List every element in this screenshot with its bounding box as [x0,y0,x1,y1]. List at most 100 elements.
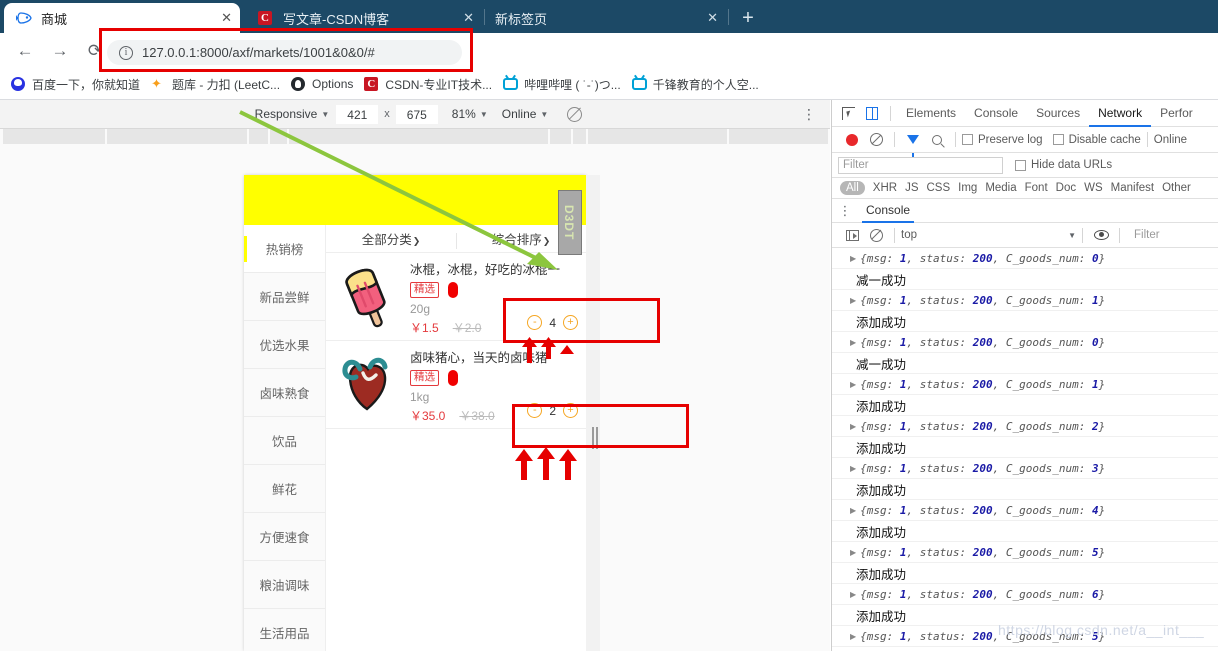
console-log-row[interactable]: ▶ {msg: 1, status: 200, C_goods_num: 5} [832,542,1218,563]
back-icon[interactable]: ← [11,37,39,65]
clear-icon[interactable] [864,128,888,152]
disable-cache-checkbox[interactable] [1052,134,1064,145]
network-throttle-label[interactable]: Online [1154,134,1187,146]
tab-sources[interactable]: Sources [1027,100,1089,127]
console-log-row[interactable]: ▶ {msg: 1, status: 200, C_goods_num: 0} [832,248,1218,269]
viewport-width-input[interactable]: 421 [336,104,379,124]
search-icon[interactable] [925,128,949,152]
resource-type-img[interactable]: Img [958,182,977,194]
filter-icon[interactable] [901,128,925,157]
bilibili-icon [631,76,648,92]
console-log-row[interactable]: 添加成功 [832,311,1218,332]
console-sidebar-icon[interactable] [840,223,864,247]
resource-type-js[interactable]: JS [905,182,918,194]
drawer-menu-icon[interactable]: ⋮ [838,204,852,217]
inspect-element-icon[interactable] [836,101,860,125]
zoom-select[interactable]: 81% ▼ [452,107,488,121]
record-icon[interactable] [840,128,864,152]
console-log-row[interactable]: ▶ {msg: 1, status: 200, C_goods_num: 4} [832,500,1218,521]
status-badge: 精选 [410,282,439,298]
resource-type-ws[interactable]: WS [1084,182,1103,194]
resource-type-css[interactable]: CSS [926,182,950,194]
console-log-list[interactable]: ▶ {msg: 1, status: 200, C_goods_num: 0} 减… [832,248,1218,651]
sidebar-item-flowers[interactable]: 鲜花 [244,465,325,513]
expand-icon[interactable]: ▶ [850,338,856,347]
resource-type-font[interactable]: Font [1025,182,1048,194]
tab-network[interactable]: Network [1089,100,1152,127]
browser-tab-newtab[interactable]: 新标签页 ✕ [490,3,726,33]
hide-data-urls-checkbox[interactable] [1015,159,1026,171]
sidebar-item-new[interactable]: 新品尝鲜 [244,273,325,321]
sidebar-item-drinks[interactable]: 饮品 [244,417,325,465]
preserve-log-checkbox[interactable] [962,134,973,145]
bookmark-options[interactable]: Options [291,76,353,92]
console-log-row[interactable]: 减一成功 [832,269,1218,290]
execution-context-select[interactable]: top ▼ [901,229,1076,241]
console-log-row[interactable]: 添加成功 [832,395,1218,416]
device-toolbar-menu-icon[interactable]: ⋮ [802,107,816,122]
device-toolbar-toggle-icon[interactable] [860,101,884,125]
sidebar-item-daily[interactable]: 生活用品 [244,609,325,651]
console-log-row[interactable]: 添加成功 [832,437,1218,458]
throttling-disabled-icon[interactable] [567,106,583,122]
console-log-row[interactable]: ▶ {msg: 1, status: 200, C_goods_num: 0} [832,332,1218,353]
console-log-row[interactable]: ▶ {msg: 1, status: 200, C_goods_num: 6} [832,584,1218,605]
expand-icon[interactable]: ▶ [850,380,856,389]
forward-icon[interactable]: → [46,37,74,65]
tab-console[interactable]: Console [965,100,1027,127]
live-expression-icon[interactable] [1089,223,1113,247]
resource-type-doc[interactable]: Doc [1056,182,1076,194]
bookmark-qianfeng[interactable]: 千锋教育的个人空... [631,76,759,93]
network-filter-input[interactable]: Filter [838,156,1003,174]
network-throttle-select[interactable]: Online ▼ [502,107,549,121]
csdn-icon: C [258,10,274,26]
console-log-row[interactable]: 添加成功 [832,563,1218,584]
annotation-box-stepper-1 [503,298,660,343]
tab-performance[interactable]: Perfor [1151,100,1202,127]
close-icon[interactable]: ✕ [693,12,718,25]
console-log-row[interactable]: ▶ {msg: 1, status: 200, C_goods_num: 1} [832,290,1218,311]
filter-all-categories[interactable]: 全部分类❯ [326,229,456,248]
bookmark-baidu[interactable]: 百度一下，你就知道 [11,76,140,93]
resource-type-all[interactable]: All [840,181,865,195]
bookmark-leetcode[interactable]: ✦ 题库 - 力扣 (LeetC... [151,76,280,93]
console-log-row[interactable]: 减一成功 [832,353,1218,374]
console-log-row[interactable]: ▶ {msg: 1, status: 200, C_goods_num: 3} [832,458,1218,479]
resource-type-xhr[interactable]: XHR [873,182,897,194]
tab-divider [484,9,485,25]
expand-icon[interactable]: ▶ [850,548,856,557]
bookmark-bilibili[interactable]: 哔哩哔哩 ( ˙-˙)つ... [503,76,621,93]
drawer-tab-console[interactable]: Console [862,199,915,223]
execution-context-label: top [901,229,917,241]
resource-type-manifest[interactable]: Manifest [1111,182,1154,194]
console-log-row[interactable]: ▶ {msg: 1, status: 200, C_goods_num: 1} [832,374,1218,395]
console-log-row[interactable]: 添加成功 [832,479,1218,500]
sidebar-item-braised[interactable]: 卤味熟食 [244,369,325,417]
sidebar-item-grain[interactable]: 粮油调味 [244,561,325,609]
resource-type-other[interactable]: Other [1162,182,1191,194]
sidebar-item-fruit[interactable]: 优选水果 [244,321,325,369]
sidebar-item-hot[interactable]: 热销榜 [244,225,325,273]
viewport-height-input[interactable]: 675 [395,104,438,124]
expand-icon[interactable]: ▶ [850,296,856,305]
clear-console-icon[interactable] [864,223,888,247]
resource-type-media[interactable]: Media [985,182,1016,194]
ruler-segment [728,129,828,144]
console-log-row[interactable]: 添加成功 [832,521,1218,542]
sidebar-item-instant[interactable]: 方便速食 [244,513,325,561]
tab-elements[interactable]: Elements [897,100,965,127]
close-icon[interactable]: ✕ [449,12,474,25]
expand-icon[interactable]: ▶ [850,590,856,599]
sidebar-item-label: 粮油调味 [259,579,310,593]
expand-icon[interactable]: ▶ [850,464,856,473]
close-icon[interactable]: ✕ [207,12,232,25]
expand-icon[interactable]: ▶ [850,506,856,515]
device-preset-select[interactable]: Responsive ▼ [255,107,330,121]
expand-icon[interactable]: ▶ [850,632,856,641]
console-filter-input[interactable]: Filter [1126,229,1160,241]
expand-icon[interactable]: ▶ [850,422,856,431]
console-log-row[interactable]: ▶ {msg: 1, status: 200, C_goods_num: 2} [832,416,1218,437]
new-tab-button[interactable]: + [736,7,760,31]
bookmark-csdn[interactable]: C CSDN-专业IT技术... [364,76,492,93]
expand-icon[interactable]: ▶ [850,254,856,263]
